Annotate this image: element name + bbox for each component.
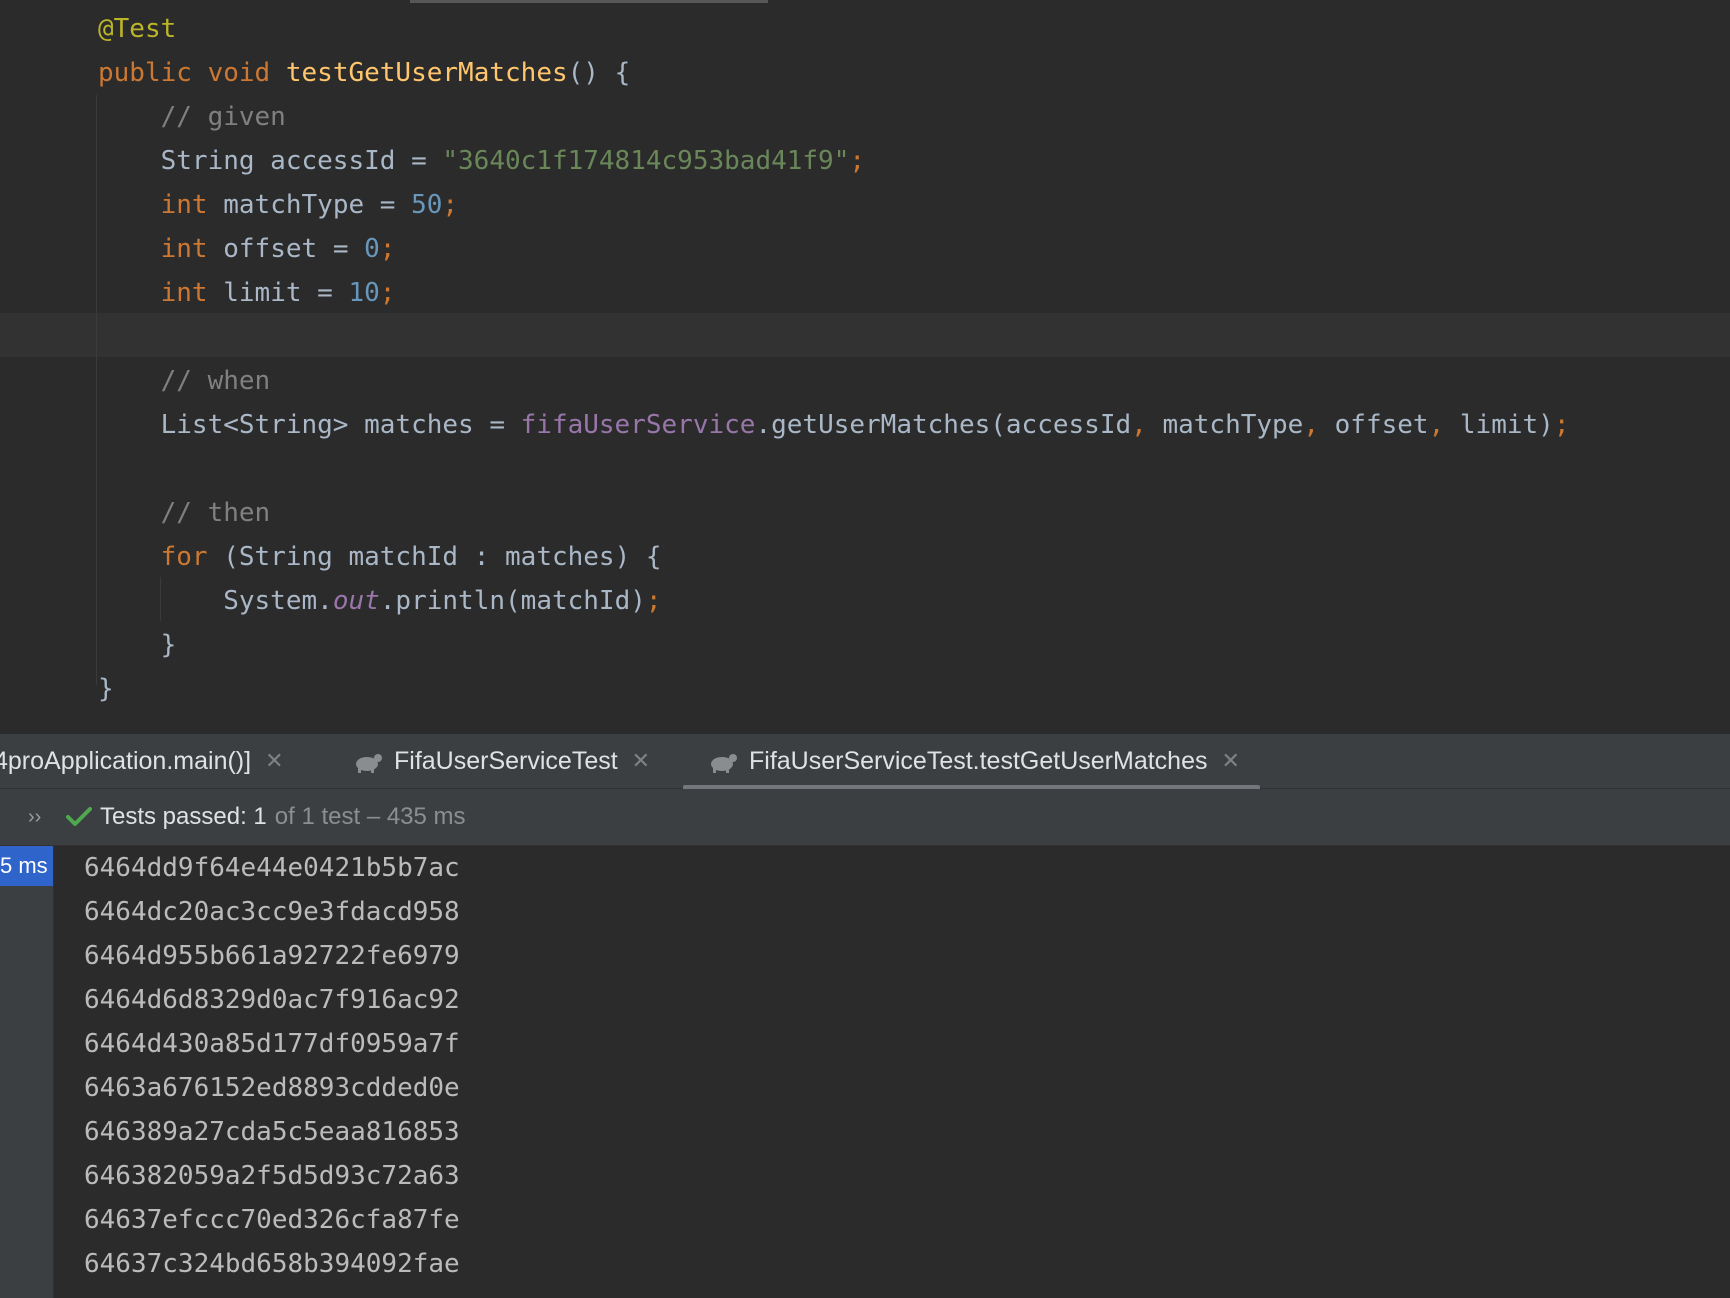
code-token: (String matchId : matches) { bbox=[223, 542, 662, 572]
code-line[interactable]: } bbox=[98, 623, 1569, 667]
test-tree-selected-item[interactable]: 5 ms bbox=[0, 846, 53, 886]
console-line: 6463a676152ed8893cdded0e bbox=[84, 1073, 460, 1103]
console-line: 64637efccc70ed326cfa87fe bbox=[84, 1205, 460, 1235]
code-line[interactable]: @Test bbox=[98, 7, 1569, 51]
code-token: limit) bbox=[1459, 410, 1554, 440]
code-token: String accessId = bbox=[98, 146, 443, 176]
code-token: int bbox=[160, 190, 224, 220]
tab-label: FifaUserServiceTest.testGetUserMatches bbox=[749, 746, 1208, 775]
code-token: int bbox=[160, 234, 224, 264]
test-run-icon bbox=[707, 748, 739, 774]
code-line[interactable]: for (String matchId : matches) { bbox=[98, 535, 1569, 579]
close-icon[interactable]: ✕ bbox=[1221, 748, 1239, 774]
code-token: ; bbox=[1553, 410, 1570, 440]
tests-summary: of 1 test – 435 ms bbox=[274, 803, 466, 830]
test-tree-panel[interactable]: 5 ms bbox=[0, 846, 54, 1298]
code-token: } bbox=[98, 674, 114, 704]
console-line: 64637c324bd658b394092fae bbox=[84, 1249, 460, 1279]
code-token: matchType bbox=[1162, 410, 1304, 440]
code-token: ; bbox=[379, 234, 396, 264]
tab-fifa-user-service-test[interactable]: FifaUserServiceTest ✕ bbox=[352, 734, 650, 788]
code-token: 10 bbox=[348, 278, 380, 308]
code-token: // then bbox=[98, 498, 271, 528]
tab-label: 4proApplication.main()] bbox=[0, 746, 252, 775]
code-token: matchType = bbox=[223, 190, 412, 220]
code-token: for bbox=[160, 542, 224, 572]
code-line[interactable]: // when bbox=[98, 359, 1569, 403]
code-token: ; bbox=[645, 586, 662, 616]
test-status-bar: ›› Tests passed: 1 of 1 test – 435 ms bbox=[0, 789, 1730, 846]
code-token: .println(matchId) bbox=[379, 586, 646, 616]
code-token: .getUserMatches(accessId bbox=[755, 410, 1132, 440]
code-token: , bbox=[1131, 410, 1163, 440]
tab-test-get-user-matches[interactable]: FifaUserServiceTest.testGetUserMatches ✕ bbox=[683, 734, 1260, 790]
code-line[interactable]: // then bbox=[98, 491, 1569, 535]
console-line: 6464dd9f64e44e0421b5b7ac bbox=[84, 853, 460, 883]
code-editor[interactable]: @Test public void testGetUserMatches() { … bbox=[0, 0, 1730, 734]
code-token: // given bbox=[98, 102, 286, 132]
code-token: } bbox=[98, 630, 177, 660]
code-token: , bbox=[1303, 410, 1335, 440]
code-token: offset bbox=[1334, 410, 1429, 440]
code-token: public bbox=[98, 58, 208, 88]
console-line: 646382059a2f5d5d93c72a63 bbox=[84, 1161, 460, 1191]
code-token: ; bbox=[379, 278, 396, 308]
code-token: , bbox=[1428, 410, 1460, 440]
tests-passed-label: Tests passed: 1 bbox=[100, 803, 267, 830]
code-token: ; bbox=[442, 190, 459, 220]
close-icon[interactable]: ✕ bbox=[632, 748, 650, 774]
code-token: testGetUserMatches bbox=[285, 58, 568, 88]
code-line[interactable] bbox=[98, 447, 1569, 491]
code-line[interactable]: List<String> matches = fifaUserService.g… bbox=[98, 403, 1570, 447]
code-line[interactable]: int limit = 10; bbox=[98, 271, 1569, 315]
indent-guide bbox=[96, 95, 97, 685]
console-line: 646389a27cda5c5eaa816853 bbox=[84, 1117, 460, 1147]
console-line: 6464d6d8329d0ac7f916ac92 bbox=[84, 985, 460, 1015]
code-token: System. bbox=[98, 586, 333, 616]
code-token: void bbox=[207, 58, 286, 88]
code-token: fifaUserService bbox=[520, 410, 756, 440]
code-line[interactable] bbox=[98, 315, 1569, 359]
console-line: 6464d430a85d177df0959a7f bbox=[84, 1029, 460, 1059]
console-output[interactable]: 6464dd9f64e44e0421b5b7ac 6464dc20ac3cc9e3… bbox=[56, 846, 1730, 1298]
code-token: // when bbox=[98, 366, 271, 396]
code-token: out bbox=[332, 586, 380, 616]
expand-toggle-icon[interactable]: ›› bbox=[28, 806, 56, 829]
test-run-icon bbox=[352, 748, 384, 774]
code-token: List<String> matches = bbox=[98, 410, 521, 440]
code-line[interactable]: int offset = 0; bbox=[98, 227, 1569, 271]
code-line[interactable]: } bbox=[98, 667, 1569, 711]
code-token: 0 bbox=[364, 234, 380, 264]
code-token: () { bbox=[567, 58, 631, 88]
code-text[interactable]: @Test public void testGetUserMatches() { … bbox=[98, 7, 1569, 711]
code-line[interactable]: String accessId = "3640c1f174814c953bad4… bbox=[98, 139, 1569, 183]
code-token: "3640c1f174814c953bad41f9" bbox=[442, 146, 850, 176]
console-line: 6464d955b661a92722fe6979 bbox=[84, 941, 460, 971]
code-token: int bbox=[160, 278, 224, 308]
console-line: 6464dc20ac3cc9e3fdacd958 bbox=[84, 897, 460, 927]
code-token: @Test bbox=[98, 14, 177, 44]
code-line[interactable]: System.out.println(matchId); bbox=[98, 579, 1569, 623]
code-token: offset = bbox=[223, 234, 365, 264]
run-tool-window-tabs: 4proApplication.main()] ✕ FifaUserServic… bbox=[0, 734, 1730, 790]
code-token: 50 bbox=[411, 190, 443, 220]
tab-label: FifaUserServiceTest bbox=[394, 746, 618, 775]
code-token: limit = bbox=[223, 278, 349, 308]
close-icon[interactable]: ✕ bbox=[265, 748, 283, 774]
code-line[interactable]: // given bbox=[98, 95, 1569, 139]
code-token: ; bbox=[849, 146, 866, 176]
check-icon bbox=[66, 806, 92, 828]
code-line[interactable]: public void testGetUserMatches() { bbox=[98, 51, 1569, 95]
horizontal-scrollbar[interactable] bbox=[410, 0, 768, 3]
code-line[interactable]: int matchType = 50; bbox=[98, 183, 1569, 227]
tab-application-main[interactable]: 4proApplication.main()] ✕ bbox=[0, 734, 284, 788]
